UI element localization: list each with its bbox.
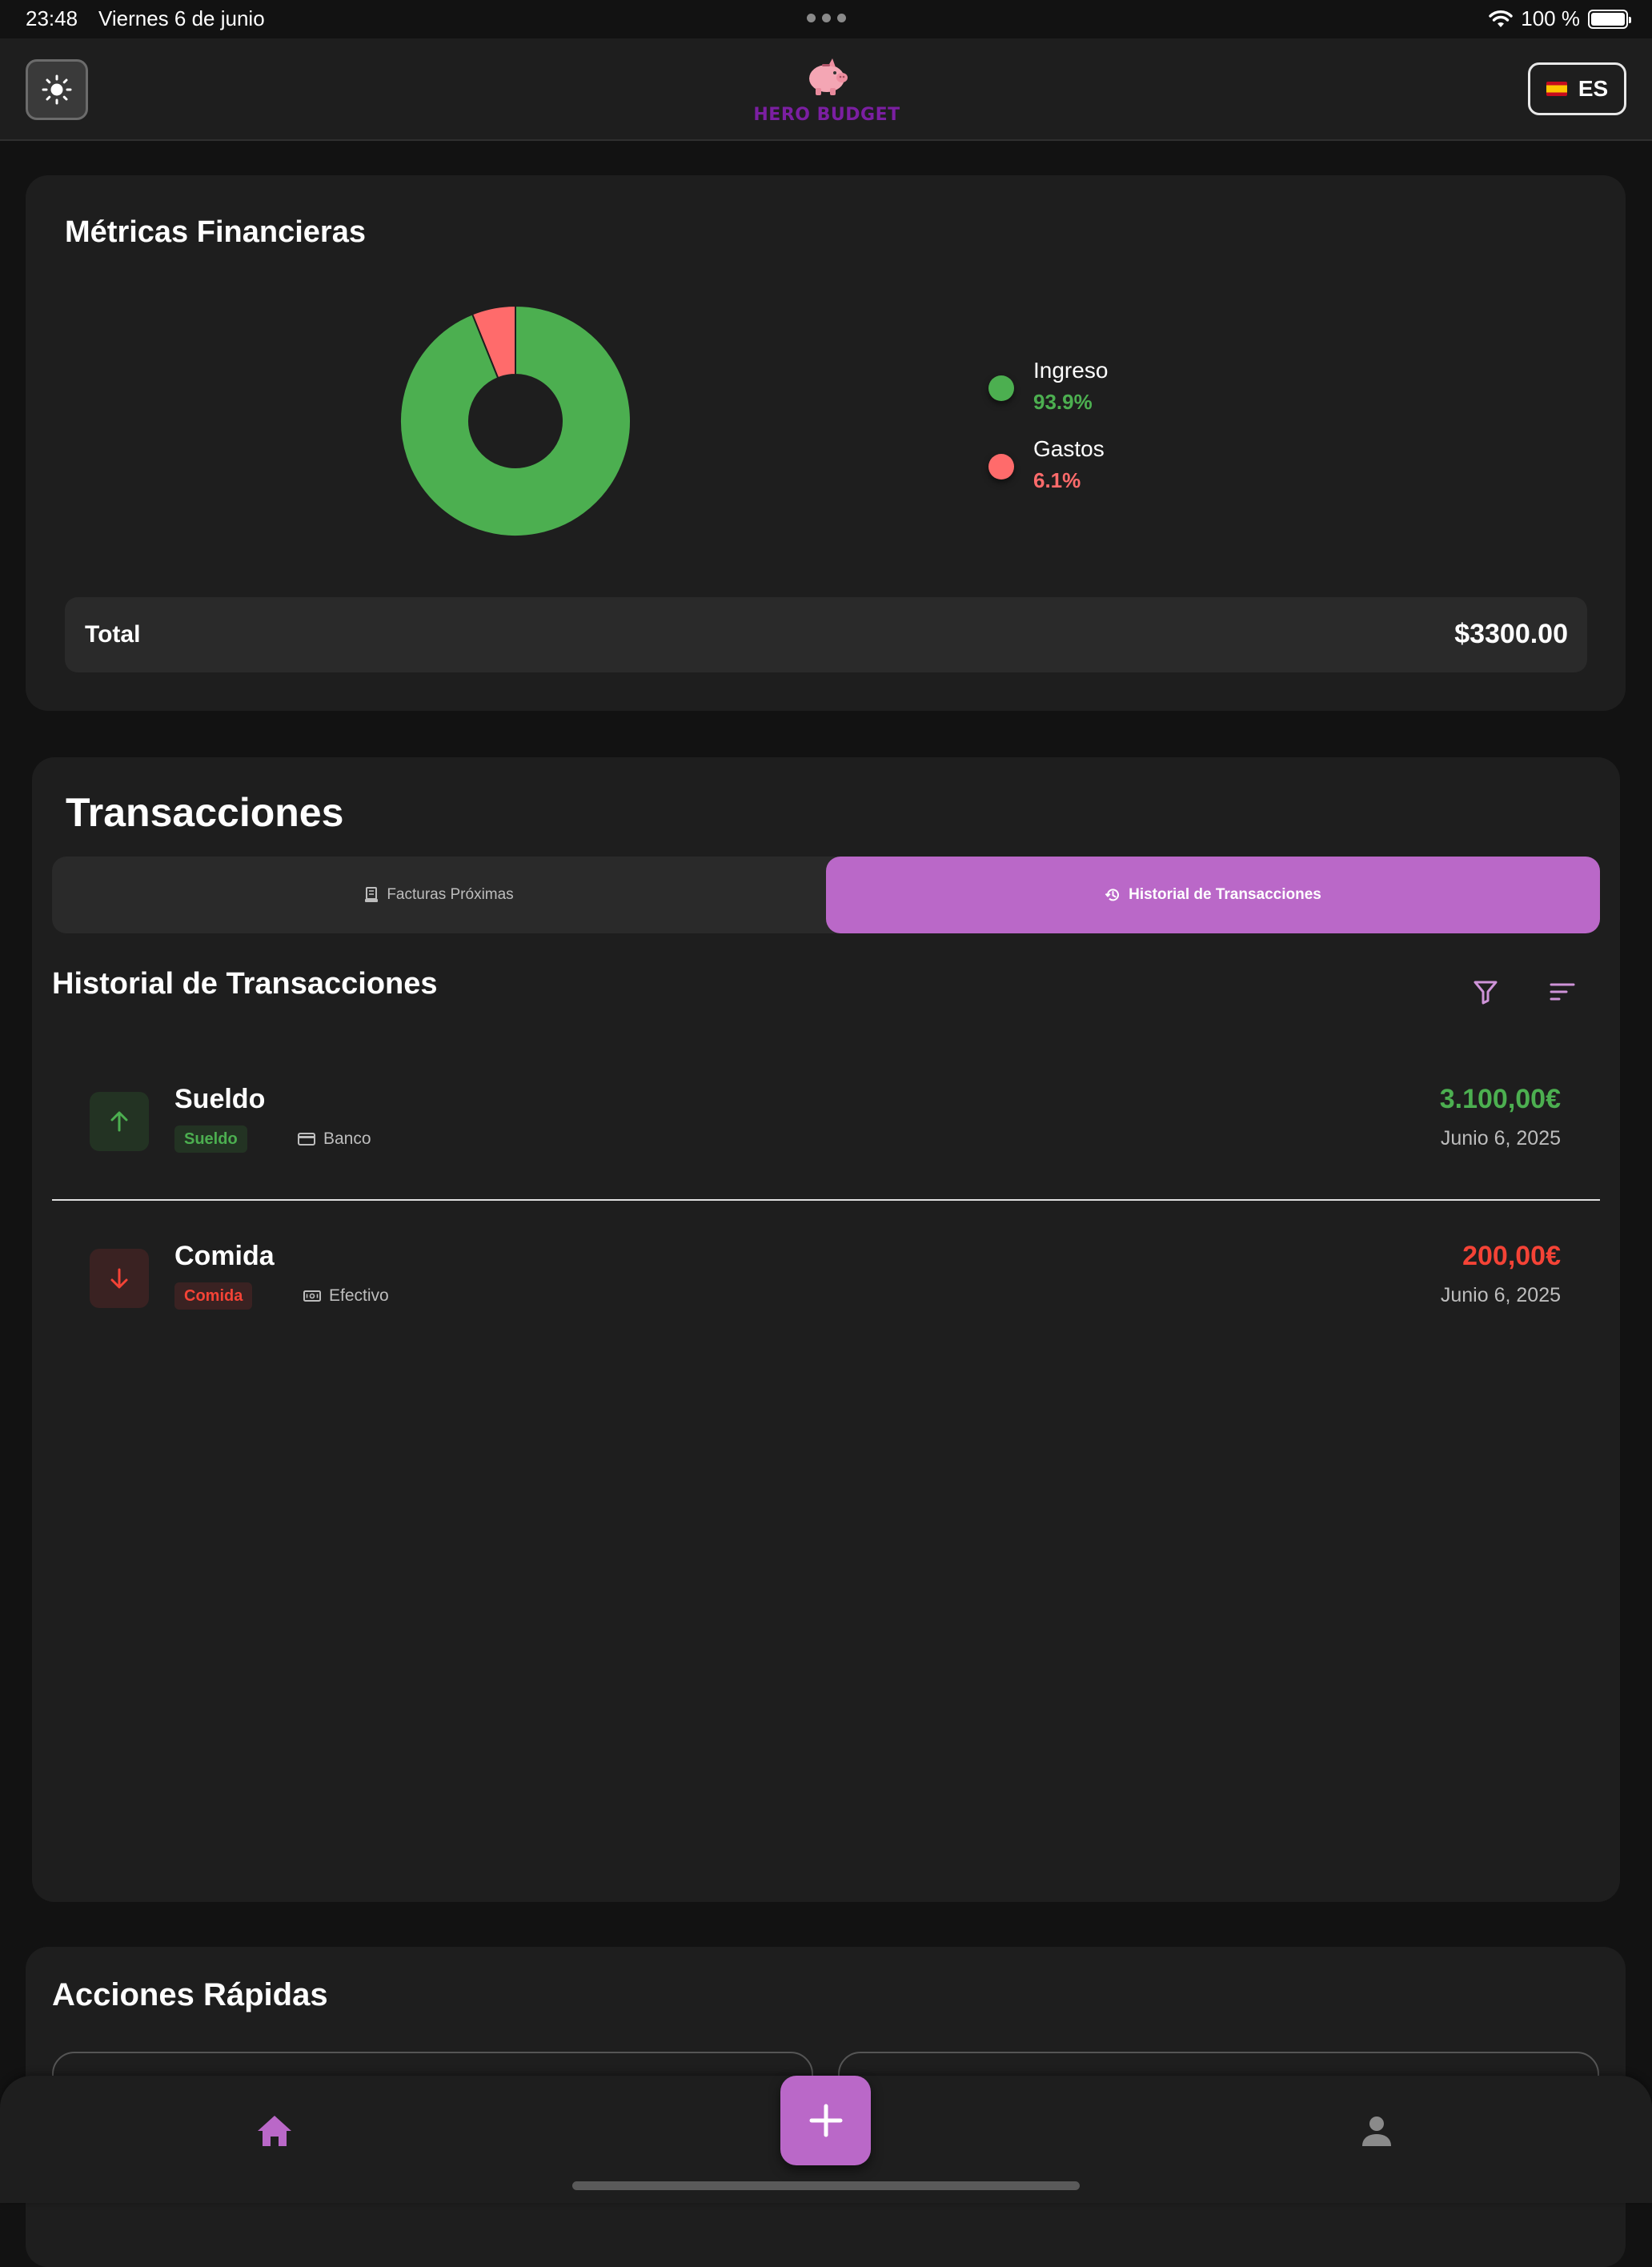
tab-label: Facturas Próximas — [387, 886, 514, 903]
status-date: Viernes 6 de junio — [98, 6, 265, 30]
bottom-navigation — [0, 2076, 1652, 2203]
receipt-icon — [365, 887, 379, 902]
account-name: Efectivo — [329, 1286, 389, 1305]
piggy-bank-icon — [809, 58, 848, 95]
battery-percentage: 100 % — [1521, 6, 1580, 30]
multitasking-dots-icon[interactable] — [807, 14, 846, 22]
transactions-tabs: Facturas Próximas Historial de Transacci… — [52, 857, 1600, 933]
account-label: Efectivo — [303, 1282, 389, 1310]
legend-item-ingreso: Ingreso 93.9% — [986, 358, 1226, 436]
legend-label: Gastos — [1033, 436, 1105, 461]
category-chip: Sueldo — [174, 1125, 247, 1153]
spain-flag-icon — [1546, 82, 1567, 96]
home-icon — [258, 2116, 291, 2146]
person-icon — [1362, 2117, 1391, 2146]
nav-profile-button[interactable] — [1350, 2104, 1403, 2157]
category-chip: Comida — [174, 1282, 253, 1310]
legend-dot-gastos — [988, 454, 1014, 479]
home-indicator — [572, 2181, 1080, 2190]
expense-indicator — [90, 1249, 149, 1308]
income-indicator — [90, 1092, 149, 1151]
transaction-date: Junio 6, 2025 — [1440, 1284, 1561, 1306]
metrics-donut-chart — [399, 304, 632, 537]
theme-toggle-button[interactable] — [26, 59, 88, 120]
transactions-card: Transacciones Facturas Próximas Historia… — [32, 757, 1620, 1902]
transaction-date: Junio 6, 2025 — [1440, 1127, 1561, 1150]
sort-icon — [1550, 983, 1575, 1001]
legend-dot-ingreso — [988, 375, 1014, 401]
legend-label: Ingreso — [1033, 358, 1109, 383]
legend-value: 6.1% — [1033, 468, 1081, 492]
filter-button[interactable] — [1463, 969, 1508, 1014]
app-logo-text: HERO BUDGET — [753, 105, 900, 125]
status-time: 23:48 — [26, 6, 78, 30]
account-label: Banco — [298, 1125, 371, 1153]
transaction-row[interactable]: Comida Comida Efectivo 200,00€ Junio 6, … — [52, 1201, 1600, 1358]
tab-upcoming-bills[interactable]: Facturas Próximas — [52, 857, 826, 933]
quick-actions-title: Acciones Rápidas — [52, 1977, 328, 2012]
sun-icon — [42, 74, 72, 105]
language-code: ES — [1578, 76, 1609, 101]
total-label: Total — [85, 621, 141, 648]
account-name: Banco — [323, 1129, 371, 1148]
tab-label: Historial de Transacciones — [1129, 886, 1321, 903]
battery-icon — [1588, 9, 1631, 29]
sort-button[interactable] — [1540, 969, 1585, 1014]
filter-icon — [1474, 981, 1498, 1005]
nav-home-button[interactable] — [248, 2104, 301, 2157]
transaction-name: Comida — [174, 1241, 275, 1271]
add-transaction-button[interactable] — [780, 2076, 871, 2165]
wifi-icon — [1489, 10, 1513, 27]
credit-card-icon — [298, 1133, 315, 1146]
status-bar: 23:48 Viernes 6 de junio 100 % — [0, 0, 1652, 38]
cash-icon — [303, 1290, 321, 1302]
app-logo: HERO BUDGET — [751, 54, 903, 134]
transaction-row[interactable]: Sueldo Sueldo Banco 3.100,00€ Junio 6, 2… — [52, 1044, 1600, 1201]
financial-metrics-card: Métricas Financieras Ingreso 93.9% Gasto… — [26, 175, 1626, 711]
history-section-title: Historial de Transacciones — [52, 967, 438, 1001]
language-selector-button[interactable]: ES — [1528, 62, 1626, 115]
transaction-name: Sueldo — [174, 1084, 266, 1114]
chart-legend: Ingreso 93.9% Gastos 6.1% — [986, 358, 1226, 515]
app-header: HERO BUDGET ES — [0, 38, 1652, 141]
plus-icon — [809, 2104, 842, 2137]
transactions-title: Transacciones — [66, 790, 344, 835]
arrow-up-icon — [110, 1111, 128, 1132]
total-row: Total $3300.00 — [65, 597, 1587, 672]
transaction-amount: 200,00€ — [1462, 1241, 1561, 1271]
legend-item-gastos: Gastos 6.1% — [986, 436, 1226, 515]
total-value: $3300.00 — [1454, 619, 1568, 649]
legend-value: 93.9% — [1033, 390, 1093, 414]
tab-transaction-history[interactable]: Historial de Transacciones — [826, 857, 1600, 933]
arrow-down-icon — [110, 1268, 128, 1289]
status-indicators: 100 % — [1489, 6, 1631, 31]
metrics-title: Métricas Financieras — [65, 215, 366, 249]
transaction-amount: 3.100,00€ — [1439, 1084, 1561, 1114]
history-icon — [1105, 889, 1120, 901]
